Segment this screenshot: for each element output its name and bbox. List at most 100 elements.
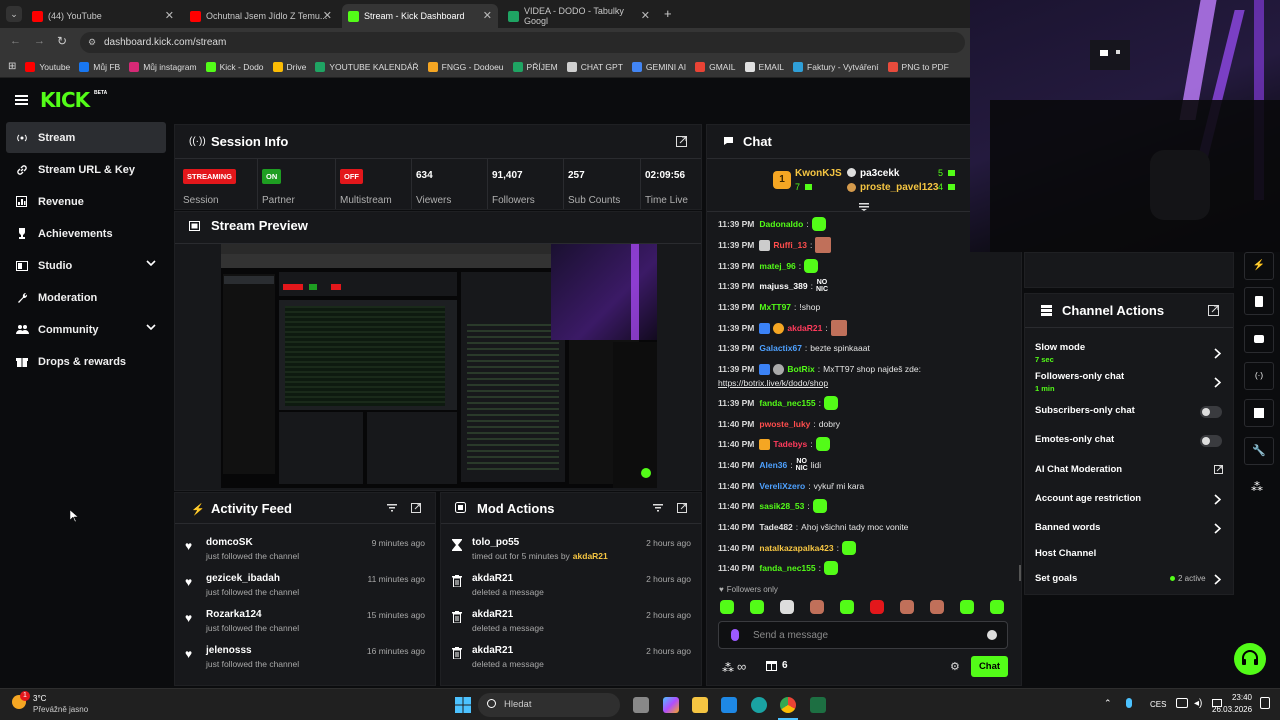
chat-message[interactable]: 11:40 PM Alen36: NO NIC lidi xyxy=(718,458,821,472)
channel-action-followers-only-chat[interactable]: Followers-only chat 1 min xyxy=(1035,371,1124,393)
chat-username[interactable]: fanda_nec155 xyxy=(759,563,815,573)
chat-bubble-icon[interactable] xyxy=(1244,325,1274,353)
gifter-name[interactable]: proste_pavel123 xyxy=(860,182,938,193)
chat-input[interactable]: Send a message xyxy=(718,621,1008,649)
chevron-right-icon[interactable] xyxy=(1214,523,1221,534)
sidebar-item-studio[interactable]: Studio xyxy=(6,250,166,281)
bookmark-item[interactable]: Drive xyxy=(272,61,306,72)
tab-google-sheets[interactable]: VIDEA - DODO - Tabulky Googl ✕ xyxy=(502,4,656,28)
chat-username[interactable]: Galactix67 xyxy=(759,343,802,353)
language-indicator[interactable]: CES xyxy=(1150,700,1166,709)
clipboard-icon[interactable] xyxy=(1244,287,1274,315)
channel-action-host-channel[interactable]: Host Channel xyxy=(1035,548,1096,559)
bookmark-item[interactable]: Můj instagram xyxy=(129,61,197,72)
chevron-down-icon[interactable] xyxy=(146,260,156,266)
popout-icon[interactable] xyxy=(676,136,687,147)
bookmark-item[interactable]: GEMINI AI xyxy=(631,61,686,72)
popout-icon[interactable] xyxy=(411,503,421,513)
chat-username[interactable]: matej_96 xyxy=(759,261,795,271)
chat-message[interactable]: 11:39 PM BotRix: MxTT97 shop najdeš zde: xyxy=(718,362,921,376)
chat-username[interactable]: fanda_nec155 xyxy=(759,398,815,408)
bookmark-item[interactable]: CHAT GPT xyxy=(566,61,623,72)
chat-settings-icon[interactable]: ⚙ xyxy=(950,660,960,673)
bookmark-item[interactable]: Kick - Dodo xyxy=(205,61,264,72)
chevron-right-icon[interactable] xyxy=(1214,377,1221,388)
chat-username[interactable]: Tadebys xyxy=(773,439,807,449)
moderated-user-name[interactable]: akdaR21 xyxy=(472,573,513,584)
chevron-right-icon[interactable] xyxy=(1214,494,1221,505)
sidebar-item-moderation[interactable]: Moderation xyxy=(6,282,166,313)
chat-username[interactable]: MxTT97 xyxy=(759,302,791,312)
bookmark-item[interactable]: PNG to PDF xyxy=(887,61,949,72)
apps-icon[interactable]: ⊞ xyxy=(8,61,16,72)
chat-message[interactable]: 11:40 PM Tadebys: xyxy=(718,437,830,451)
channel-action-subscribers-only-chat[interactable]: Subscribers-only chat xyxy=(1035,405,1135,416)
quick-emote[interactable] xyxy=(930,600,944,614)
storage-icon[interactable] xyxy=(1244,399,1274,427)
clock-time[interactable]: 23:40 xyxy=(1228,693,1252,702)
bookmark-item[interactable]: Youtube xyxy=(25,61,70,72)
top-gifter-name[interactable]: KwonKJS xyxy=(795,168,842,179)
popout-icon[interactable] xyxy=(1208,305,1219,316)
site-info-icon[interactable]: ⚙ xyxy=(88,37,96,48)
menu-icon[interactable] xyxy=(15,95,28,105)
sidebar-item-revenue[interactable]: Revenue xyxy=(6,186,166,217)
bookmark-item[interactable]: FNGG - Dodoeu xyxy=(427,61,504,72)
chat-message[interactable]: 11:39 PM akdaR21: xyxy=(718,320,847,336)
activity-row[interactable]: ♥ domcoSK just followed the channel 9 minut… xyxy=(175,533,435,569)
outlook-icon[interactable] xyxy=(721,697,737,713)
volume-icon[interactable]: ◂) xyxy=(1194,698,1202,709)
tray-chevron-icon[interactable]: ⌃ xyxy=(1104,698,1112,709)
mod-action-row[interactable]: akdaR21 deleted a message 2 hours ago xyxy=(441,641,701,677)
bookmark-item[interactable]: GMAIL xyxy=(695,61,736,72)
microphone-tray-icon[interactable] xyxy=(1126,698,1132,708)
file-explorer-icon[interactable] xyxy=(692,697,708,713)
chat-username[interactable]: Dadonaldo xyxy=(759,219,803,229)
close-tab-icon[interactable]: ✕ xyxy=(641,9,650,22)
channel-action-banned-words[interactable]: Banned words xyxy=(1035,522,1100,533)
quick-emote[interactable] xyxy=(810,600,824,614)
sidebar-item-achievements[interactable]: Achievements xyxy=(6,218,166,249)
chat-message[interactable]: 11:39 PM fanda_nec155: xyxy=(718,396,838,410)
filter-icon[interactable] xyxy=(387,504,397,512)
bookmark-item[interactable]: EMAIL xyxy=(744,61,784,72)
bookmark-item[interactable]: PŘÍJEM xyxy=(512,61,558,72)
sidebar-item-community[interactable]: Community xyxy=(6,314,166,345)
chat-username[interactable]: akdaR21 xyxy=(787,323,822,333)
sidebar-item-drops-rewards[interactable]: Drops & rewards xyxy=(6,346,166,377)
chat-link[interactable]: https://botrix.live/k/dodo/shop xyxy=(718,378,828,388)
back-icon[interactable]: ← xyxy=(10,35,21,47)
bookmark-item[interactable]: YOUTUBE KALENDÁŘ xyxy=(315,61,419,72)
chevron-right-icon[interactable] xyxy=(1214,574,1221,585)
chat-message[interactable]: 11:39 PM MxTT97: !shop xyxy=(718,300,820,314)
tab-search-button[interactable]: ⌄ xyxy=(6,6,22,22)
chevron-right-icon[interactable] xyxy=(1214,348,1221,359)
chat-username[interactable]: Alen36 xyxy=(759,460,787,470)
close-tab-icon[interactable]: ✕ xyxy=(165,9,174,22)
points-icon[interactable]: ⁂ xyxy=(1251,480,1263,494)
wrench-icon[interactable]: 🔧 xyxy=(1244,437,1274,465)
popout-icon[interactable] xyxy=(677,503,687,513)
copilot-icon[interactable] xyxy=(663,697,679,713)
collapse-icon[interactable] xyxy=(859,203,869,211)
chat-send-button[interactable]: Chat xyxy=(971,656,1008,677)
edge-icon[interactable] xyxy=(751,697,767,713)
chat-message[interactable]: 11:39 PM Ruffi_13: xyxy=(718,237,832,253)
bolt-icon[interactable]: ⚡ xyxy=(1244,252,1274,280)
quick-emote[interactable] xyxy=(750,600,764,614)
quick-emote[interactable] xyxy=(780,600,794,614)
mod-action-row[interactable]: akdaR21 deleted a message 2 hours ago xyxy=(441,569,701,605)
moderated-user-name[interactable]: akdaR21 xyxy=(472,609,513,620)
moderator-name[interactable]: akdaR21 xyxy=(573,551,608,561)
tab-youtube[interactable]: (44) YouTube ✕ xyxy=(26,4,180,28)
quick-emote[interactable] xyxy=(720,600,734,614)
sidebar-item-stream-url-key[interactable]: Stream URL & Key xyxy=(6,154,166,185)
bookmark-item[interactable]: Faktury - Vytváření xyxy=(793,61,879,72)
follower-name[interactable]: domcoSK xyxy=(206,537,253,548)
chrome-icon[interactable] xyxy=(780,697,796,713)
chat-message[interactable]: 11:40 PM pwoste_luky: dobry xyxy=(718,417,840,431)
broadcast-icon[interactable]: (·) xyxy=(1244,362,1274,390)
chat-message[interactable]: 11:40 PM Tade482: Ahoj všichni tady moc vo… xyxy=(718,520,908,534)
chat-username[interactable]: sasik28_53 xyxy=(759,501,804,511)
chevron-down-icon[interactable] xyxy=(146,324,156,330)
